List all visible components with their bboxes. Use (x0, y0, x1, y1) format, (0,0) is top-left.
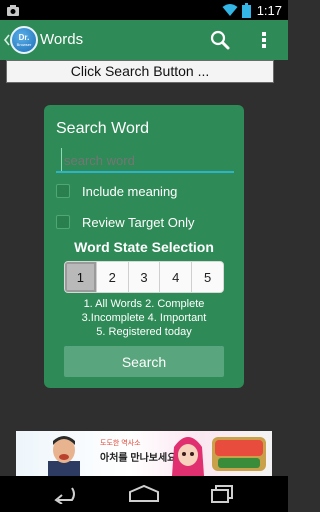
state-button-3[interactable]: 3 (128, 262, 161, 292)
panel-title: Search Word (56, 120, 150, 137)
wifi-icon (222, 4, 238, 16)
search-icon[interactable] (208, 28, 232, 52)
game-logo (212, 437, 266, 471)
state-legend-line-2: 3.Incomplete 4. Important (81, 312, 207, 324)
page-title: Words (40, 31, 84, 48)
status-time: 1:17 (256, 2, 282, 18)
state-button-4[interactable]: 4 (160, 262, 193, 292)
include-meaning-row[interactable]: Include meaning (56, 184, 177, 199)
review-target-row[interactable]: Review Target Only (56, 215, 194, 230)
app-logo-text: Dr. (18, 32, 30, 42)
status-bar: 1:17 (0, 0, 288, 20)
search-word-input[interactable] (61, 148, 233, 172)
state-button-2[interactable]: 2 (96, 262, 129, 292)
ad-person-image (48, 436, 80, 476)
include-meaning-checkbox[interactable] (56, 184, 70, 198)
state-selection-title: Word State Selection (74, 239, 214, 255)
app-logo[interactable]: Dr. Browser (10, 26, 38, 54)
battery-icon (241, 2, 251, 18)
ad-character-image (172, 437, 204, 476)
overflow-menu-icon[interactable] (256, 28, 272, 52)
search-button[interactable]: Search (64, 346, 224, 377)
review-target-label: Review Target Only (82, 214, 195, 230)
search-input-underline (56, 171, 234, 173)
ad-text-small: 도도한 역사소 (100, 440, 141, 447)
include-meaning-label: Include meaning (82, 183, 178, 199)
app-logo-subtext: Browser (16, 41, 32, 47)
search-hint-bar[interactable]: Click Search Button ... (6, 60, 274, 83)
review-target-checkbox[interactable] (56, 215, 70, 229)
state-button-1[interactable]: 1 (65, 262, 97, 292)
navigation-bar (0, 476, 288, 512)
status-icons: 1:17 (222, 0, 282, 20)
camera-icon (7, 5, 19, 16)
recent-apps-icon[interactable] (208, 484, 236, 504)
home-icon[interactable] (127, 484, 161, 504)
action-bar: Dr. Browser Words (0, 20, 288, 60)
back-icon[interactable] (50, 484, 78, 504)
ad-banner[interactable]: 도도한 역사소 아처를 만나보세요! (16, 431, 272, 476)
state-selector: 1 2 3 4 5 (64, 261, 224, 293)
state-button-5[interactable]: 5 (192, 262, 223, 292)
state-legend-line-3: 5. Registered today (96, 326, 192, 338)
state-legend-line-1: 1. All Words 2. Complete (83, 298, 205, 310)
